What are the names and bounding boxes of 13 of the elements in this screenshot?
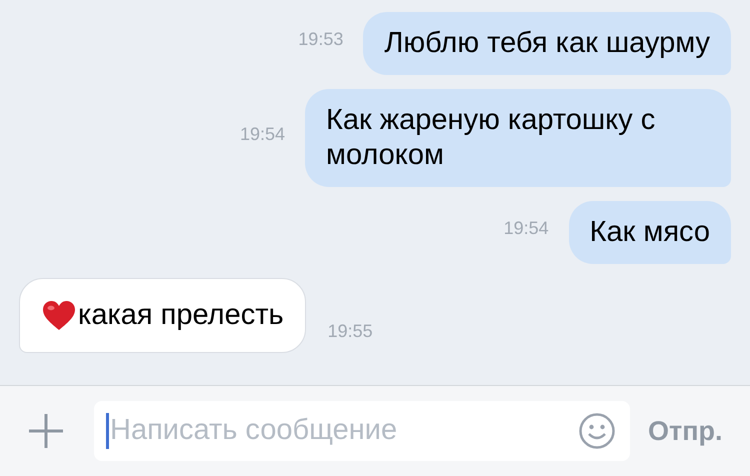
smiley-icon[interactable] [578, 412, 616, 450]
message-time: 19:54 [240, 122, 285, 146]
message-text: какая прелесть [78, 298, 284, 333]
message-text: Как мясо [590, 215, 710, 250]
message-input-field[interactable]: Написать сообщение [94, 401, 630, 461]
message-text: Люблю тебя как шаурму [384, 26, 710, 61]
plus-icon[interactable] [26, 411, 66, 451]
message-input[interactable]: Написать сообщение [110, 409, 578, 453]
send-button[interactable]: Отпр. [648, 410, 723, 452]
message-time: 19:53 [298, 28, 344, 51]
message-time: 19:55 [328, 320, 373, 343]
message-time: 19:54 [504, 217, 549, 240]
message-text: Как жареную картошку с молоком [326, 103, 656, 173]
